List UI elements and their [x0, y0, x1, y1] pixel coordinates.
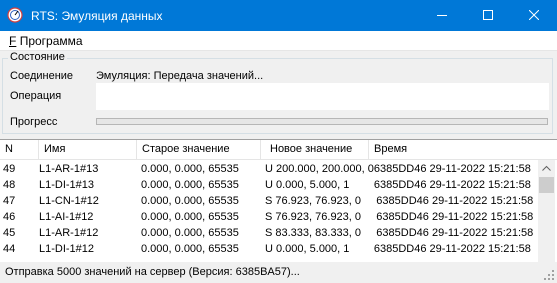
- operation-label: Операция: [10, 90, 62, 102]
- menu-bar: F Программа: [0, 31, 557, 51]
- minimize-icon: [437, 15, 447, 16]
- progress-label: Прогресс: [10, 116, 58, 128]
- title-bar[interactable]: RTS: Эмуляция данных: [0, 0, 557, 31]
- table-row[interactable]: 44 L1-DI-1#12 0.000, 0.000, 65535 U 0.00…: [0, 241, 538, 257]
- app-icon: [7, 7, 23, 23]
- column-header-n[interactable]: N: [0, 140, 39, 159]
- table-header: N Имя Старое значение Новое значение Вре…: [0, 140, 557, 160]
- cell-new-value-time: S 83.333, 83.333, 0 6385DD46 29-11-2022 …: [265, 227, 534, 239]
- cell-old-value: 0.000, 0.000, 65535: [141, 163, 239, 175]
- column-header-old-value[interactable]: Старое значение: [137, 140, 261, 159]
- scroll-thumb[interactable]: [539, 177, 554, 193]
- menu-program-accelerator: F: [9, 34, 17, 48]
- maximize-icon: [483, 10, 493, 20]
- close-button[interactable]: [511, 0, 557, 31]
- state-groupbox: Состояние Соединение Эмуляция: Передача …: [2, 51, 553, 134]
- scroll-up-button[interactable]: [538, 160, 555, 177]
- cell-new-value-time: S 76.923, 76.923, 0 6385DD46 29-11-2022 …: [265, 211, 534, 223]
- status-bar: Отправка 5000 значений на сервер (Версия…: [0, 262, 557, 283]
- connection-value: Эмуляция: Передача значений...: [96, 70, 264, 82]
- cell-new-value-time: S 76.923, 76.923, 0 6385DD46 29-11-2022 …: [265, 195, 534, 207]
- column-header-time[interactable]: Время: [369, 140, 557, 159]
- status-text: Отправка 5000 значений на сервер (Версия…: [5, 266, 300, 278]
- connection-label: Соединение: [10, 70, 74, 82]
- table-row[interactable]: 49 L1-AR-1#13 0.000, 0.000, 65535 U 200.…: [0, 161, 538, 177]
- connection-field: Эмуляция: Передача значений...: [96, 65, 549, 83]
- cell-new-value-time: U 0.000, 5.000, 1 6385DD46 29-11-2022 15…: [265, 243, 531, 255]
- minimize-button[interactable]: [419, 0, 465, 31]
- menu-program-label: Программа: [19, 34, 83, 48]
- table-row[interactable]: 45 L1-AR-1#12 0.000, 0.000, 65535 S 83.3…: [0, 225, 538, 241]
- cell-old-value: 0.000, 0.000, 65535: [141, 243, 239, 255]
- operation-field: [96, 83, 549, 110]
- cell-old-value: 0.000, 0.000, 65535: [141, 227, 239, 239]
- cell-new-value-time: U 200.000, 200.000, 06385DD46 29-11-2022…: [265, 163, 531, 175]
- resize-grip-icon[interactable]: [544, 270, 555, 281]
- cell-new-value-time: U 0.000, 5.000, 1 6385DD46 29-11-2022 15…: [265, 179, 531, 191]
- values-table[interactable]: N Имя Старое значение Новое значение Вре…: [0, 139, 557, 264]
- cell-name: L1-AI-1#12: [39, 211, 94, 223]
- cell-n: 45: [3, 227, 16, 239]
- cell-name: L1-DI-1#12: [39, 243, 95, 255]
- cell-n: 48: [3, 179, 16, 191]
- progress-bar: [96, 118, 548, 125]
- column-header-new-value[interactable]: Новое значение: [265, 140, 369, 159]
- cell-n: 44: [3, 243, 16, 255]
- cell-n: 46: [3, 211, 16, 223]
- cell-n: 47: [3, 195, 16, 207]
- close-icon: [529, 10, 539, 20]
- state-group-title: Состояние: [8, 51, 67, 63]
- cell-old-value: 0.000, 0.000, 65535: [141, 195, 239, 207]
- scroll-up-arrow-icon: [542, 165, 551, 171]
- table-row[interactable]: 47 L1-CN-1#12 0.000, 0.000, 65535 S 76.9…: [0, 193, 538, 209]
- cell-name: L1-DI-1#13: [39, 179, 95, 191]
- table-row[interactable]: 48 L1-DI-1#13 0.000, 0.000, 65535 U 0.00…: [0, 177, 538, 193]
- cell-name: L1-AR-1#13: [39, 163, 99, 175]
- table-row[interactable]: 46 L1-AI-1#12 0.000, 0.000, 65535 S 76.9…: [0, 209, 538, 225]
- cell-n: 49: [3, 163, 16, 175]
- vertical-scrollbar[interactable]: [538, 160, 555, 262]
- cell-name: L1-AR-1#12: [39, 227, 99, 239]
- cell-old-value: 0.000, 0.000, 65535: [141, 211, 239, 223]
- maximize-button[interactable]: [465, 0, 511, 31]
- menu-program[interactable]: F Программа: [9, 34, 83, 48]
- window-title: RTS: Эмуляция данных: [31, 9, 163, 23]
- column-header-name[interactable]: Имя: [39, 140, 137, 159]
- cell-old-value: 0.000, 0.000, 65535: [141, 179, 239, 191]
- cell-name: L1-CN-1#12: [39, 195, 99, 207]
